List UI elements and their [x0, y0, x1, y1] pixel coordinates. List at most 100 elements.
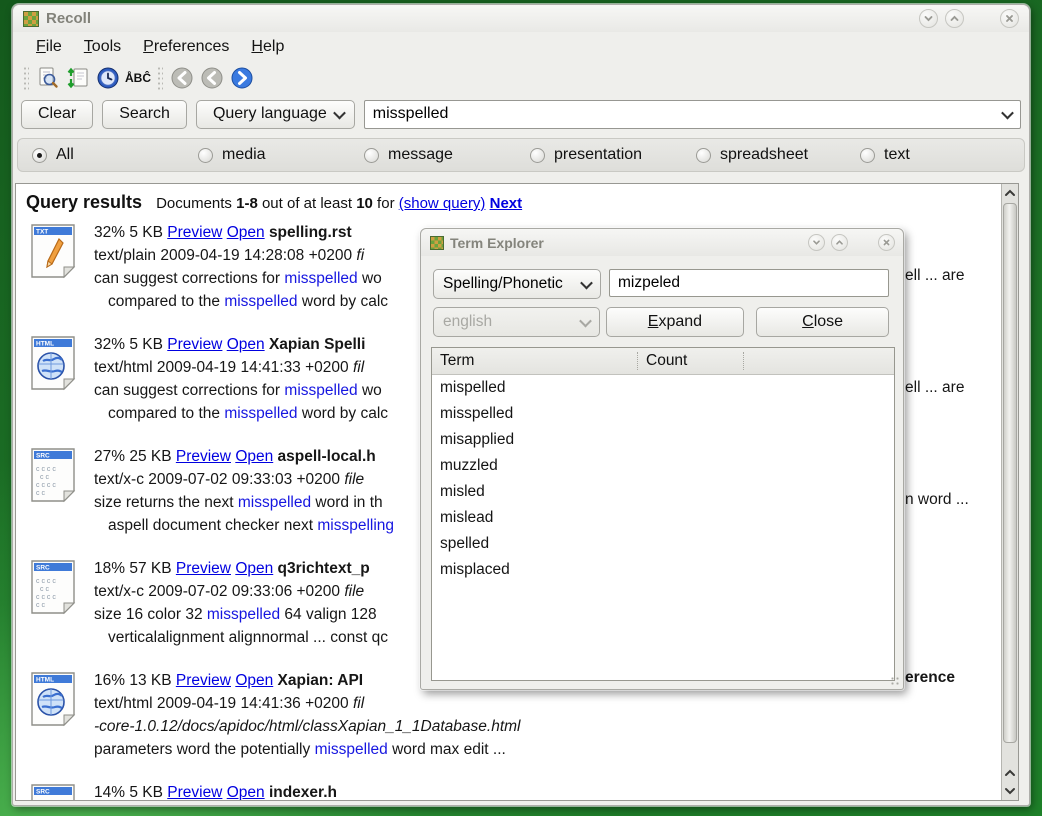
recoll-app-icon — [430, 236, 444, 250]
svg-text:SRC: SRC — [36, 789, 50, 796]
open-link[interactable]: Open — [227, 336, 265, 353]
term-explorer-icon[interactable]: ÅBĈ — [123, 64, 153, 92]
query-results-header: Query resultsDocuments 1-8 out of at lea… — [24, 190, 1001, 213]
menu-help[interactable]: Help — [240, 35, 295, 59]
desktop: Recoll FileToolsPreferencesHelp — [0, 0, 1042, 816]
sort-parameters-icon[interactable] — [63, 64, 93, 92]
search-button[interactable]: Search — [102, 100, 187, 129]
advanced-search-icon[interactable] — [33, 64, 63, 92]
radio-icon — [530, 148, 545, 163]
svg-text:SRC: SRC — [36, 565, 50, 572]
preview-link[interactable]: Preview — [167, 336, 222, 353]
scroll-up-button-bottom[interactable] — [1002, 764, 1018, 781]
scroll-up-button[interactable] — [1002, 184, 1018, 201]
preview-link[interactable]: Preview — [167, 784, 222, 800]
menu-file[interactable]: File — [25, 35, 73, 59]
search-input[interactable]: misspelled — [364, 100, 1021, 129]
minimize-button[interactable] — [919, 9, 938, 28]
toolbar-grip[interactable] — [157, 66, 163, 90]
arrow-down-icon — [1004, 786, 1016, 796]
menu-tools[interactable]: Tools — [73, 35, 132, 59]
filter-spreadsheet[interactable]: spreadsheet — [696, 146, 808, 164]
menu-preferences[interactable]: Preferences — [132, 35, 240, 59]
close-icon — [1003, 12, 1016, 25]
titlebar[interactable]: Recoll — [13, 5, 1029, 32]
open-link[interactable]: Open — [227, 784, 265, 800]
result-text-fragment: ell ... are — [905, 379, 964, 397]
filter-text[interactable]: text — [860, 146, 910, 164]
term-explorer-titlebar[interactable]: Term Explorer — [421, 229, 903, 256]
filter-message[interactable]: message — [364, 146, 453, 164]
open-link[interactable]: Open — [235, 560, 273, 577]
term-row[interactable]: spelled — [432, 531, 894, 557]
term-explorer-dialog: Term Explorer Spelling/Phonetic mizpeled — [420, 228, 904, 690]
radio-icon — [198, 148, 213, 163]
window-title: Recoll — [46, 10, 91, 27]
scroll-down-button[interactable] — [1002, 782, 1018, 799]
result-line: parameters word the potentially misspell… — [94, 738, 1001, 761]
term-row[interactable]: mislead — [432, 505, 894, 531]
first-page-icon[interactable] — [167, 64, 197, 92]
maximize-button[interactable] — [945, 9, 964, 28]
term-input[interactable]: mizpeled — [609, 269, 889, 297]
svg-text:c c c c: c c c c — [36, 578, 56, 585]
term-row[interactable]: mispelled — [432, 375, 894, 401]
source-file-icon: SRCc c c cc cc c c cc c — [30, 447, 76, 508]
svg-text:c c c c: c c c c — [36, 482, 56, 489]
open-link[interactable]: Open — [235, 448, 273, 465]
svg-text:c c c c: c c c c — [36, 594, 56, 601]
filter-presentation[interactable]: presentation — [530, 146, 642, 164]
show-query-link[interactable]: (show query) — [399, 195, 486, 212]
filter-media[interactable]: media — [198, 146, 266, 164]
dialog-minimize-button[interactable] — [808, 234, 825, 251]
term-row[interactable]: misled — [432, 479, 894, 505]
next-page-icon[interactable] — [227, 64, 257, 92]
term-row[interactable]: muzzled — [432, 453, 894, 479]
arrow-up-icon — [1004, 768, 1016, 778]
preview-link[interactable]: Preview — [176, 560, 231, 577]
scrollbar-thumb[interactable] — [1003, 203, 1017, 743]
toolbar-grip[interactable] — [23, 66, 29, 90]
svg-text:c c: c c — [36, 602, 45, 609]
chevron-down-icon — [811, 237, 822, 248]
expansion-mode-dropdown[interactable]: Spelling/Phonetic — [433, 269, 601, 299]
term-row[interactable]: misspelled — [432, 401, 894, 427]
html-file-icon: HTML — [30, 671, 76, 732]
term-row[interactable]: misplaced — [432, 557, 894, 583]
preview-link[interactable]: Preview — [176, 448, 231, 465]
radio-icon — [364, 148, 379, 163]
search-row: Clear Search Query language misspelled — [13, 95, 1029, 133]
count-column-header[interactable]: Count — [638, 348, 744, 374]
chevron-down-icon — [922, 12, 935, 25]
chevron-up-icon — [834, 237, 845, 248]
open-link[interactable]: Open — [227, 224, 265, 241]
radio-icon — [32, 148, 47, 163]
resize-grip[interactable] — [890, 676, 900, 686]
query-language-dropdown[interactable]: Query language — [196, 100, 355, 129]
vertical-scrollbar[interactable] — [1001, 184, 1018, 800]
next-link[interactable]: Next — [490, 195, 523, 212]
svg-text:SRC: SRC — [36, 453, 50, 460]
preview-link[interactable]: Preview — [167, 224, 222, 241]
result-item[interactable]: SRCc c c cc cc c c cc c14% 5 KB Preview … — [24, 781, 1001, 800]
clear-button[interactable]: Clear — [21, 100, 93, 129]
expand-button[interactable]: Expand — [606, 307, 745, 337]
svg-text:c c: c c — [40, 586, 49, 593]
category-filter-bar: All media message presentation spreadsheet te… — [17, 138, 1025, 172]
dialog-maximize-button[interactable] — [831, 234, 848, 251]
term-column-header[interactable]: Term — [432, 348, 638, 374]
prev-page-icon[interactable] — [197, 64, 227, 92]
close-button[interactable] — [1000, 9, 1019, 28]
filter-all[interactable]: All — [32, 146, 74, 164]
result-text-fragment: n word ... — [905, 491, 969, 509]
close-button[interactable]: Close — [756, 307, 889, 337]
result-line: 14% 5 KB Preview Open indexer.h — [94, 781, 1001, 800]
language-dropdown[interactable]: english — [433, 307, 600, 337]
term-row[interactable]: misapplied — [432, 427, 894, 453]
term-table-header: Term Count — [432, 348, 894, 375]
history-icon[interactable] — [93, 64, 123, 92]
chevron-down-icon — [1001, 106, 1014, 119]
preview-link[interactable]: Preview — [176, 672, 231, 689]
dialog-close-button[interactable] — [878, 234, 895, 251]
open-link[interactable]: Open — [235, 672, 273, 689]
